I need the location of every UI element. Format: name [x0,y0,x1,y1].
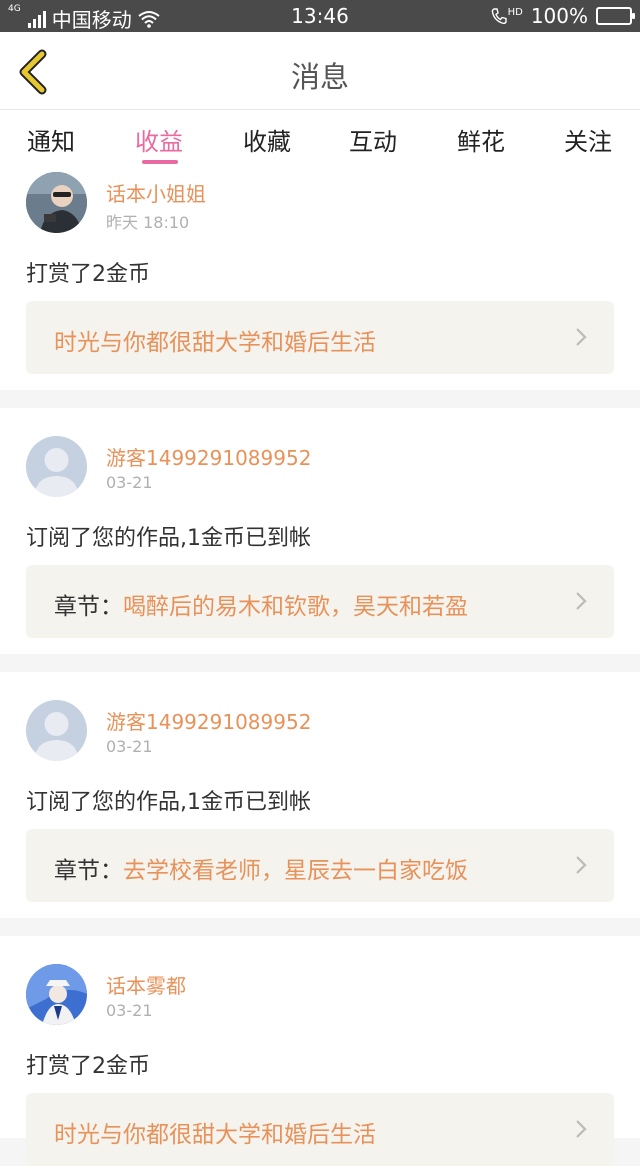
nav-bar: 消息 [0,32,640,110]
chapter-title: 喝醉后的易木和钦歌，昊天和若盈 [123,594,468,620]
message-time: 03-21 [106,737,153,756]
work-link[interactable]: 时光与你都很甜大学和婚后生活 [26,1093,614,1166]
battery-percent: 100% [530,4,588,28]
chevron-right-icon [576,328,587,346]
hd-label: HD [507,7,523,18]
link-prefix: 章节： [54,858,123,884]
user-name[interactable]: 游客1499291089952 [106,442,311,471]
avatar[interactable] [26,172,87,233]
chapter-link-text: 章节：喝醉后的易木和钦歌，昊天和若盈 [54,587,468,621]
message-time: 昨天 18:10 [106,213,190,232]
tab-interactions[interactable]: 互动 [328,122,418,157]
message-card: 游客1499291089952 03-21 订阅了您的作品,1金币已到帐 章节：… [0,672,640,918]
message-time: 03-21 [106,473,153,492]
work-link-text: 时光与你都很甜大学和婚后生活 [54,1115,376,1149]
tab-flowers[interactable]: 鲜花 [436,122,526,157]
status-bar: 4G 中国移动 13:46 HD 100% [0,0,640,32]
hd-call-icon: HD [491,7,523,25]
work-link-text: 时光与你都很甜大学和婚后生活 [54,323,376,357]
chapter-title: 去学校看老师，星辰去一白家吃饭 [123,858,468,884]
message-card: 话本小姐姐 昨天 18:10 打赏了2金币 时光与你都很甜大学和婚后生活 [0,168,640,390]
battery-icon [596,7,635,25]
work-title: 时光与你都很甜大学和婚后生活 [54,1122,376,1148]
link-prefix: 章节： [54,594,123,620]
tab-favorites[interactable]: 收藏 [222,122,312,157]
message-card: 话本雾都 03-21 打赏了2金币 时光与你都很甜大学和婚后生活 [0,936,640,1166]
avatar[interactable] [26,964,87,1025]
chapter-link[interactable]: 章节：去学校看老师，星辰去一白家吃饭 [26,829,614,902]
active-tab-indicator [142,160,178,164]
message-text: 打赏了2金币 [26,1054,150,1079]
avatar[interactable] [26,436,87,497]
tab-bar: 通知 收益 收藏 互动 鲜花 关注 [0,110,640,168]
user-name[interactable]: 话本小姐姐 [106,178,206,207]
chevron-right-icon [576,856,587,874]
work-link[interactable]: 时光与你都很甜大学和婚后生活 [26,301,614,374]
tab-earnings[interactable]: 收益 [114,122,204,157]
work-title: 时光与你都很甜大学和婚后生活 [54,330,376,356]
tab-following[interactable]: 关注 [543,122,633,157]
chapter-link[interactable]: 章节：喝醉后的易木和钦歌，昊天和若盈 [26,565,614,638]
message-card: 游客1499291089952 03-21 订阅了您的作品,1金币已到帐 章节：… [0,408,640,654]
message-text: 订阅了您的作品,1金币已到帐 [26,526,311,551]
user-name[interactable]: 话本雾都 [106,970,186,999]
page-title: 消息 [290,60,349,94]
chevron-right-icon [576,592,587,610]
avatar[interactable] [26,700,87,761]
message-text: 打赏了2金币 [26,262,150,287]
user-name[interactable]: 游客1499291089952 [106,706,311,735]
tab-notifications[interactable]: 通知 [6,122,96,157]
message-time: 03-21 [106,1001,153,1020]
chevron-right-icon [576,1120,587,1138]
message-text: 订阅了您的作品,1金币已到帐 [26,790,311,815]
chapter-link-text: 章节：去学校看老师，星辰去一白家吃饭 [54,851,468,885]
